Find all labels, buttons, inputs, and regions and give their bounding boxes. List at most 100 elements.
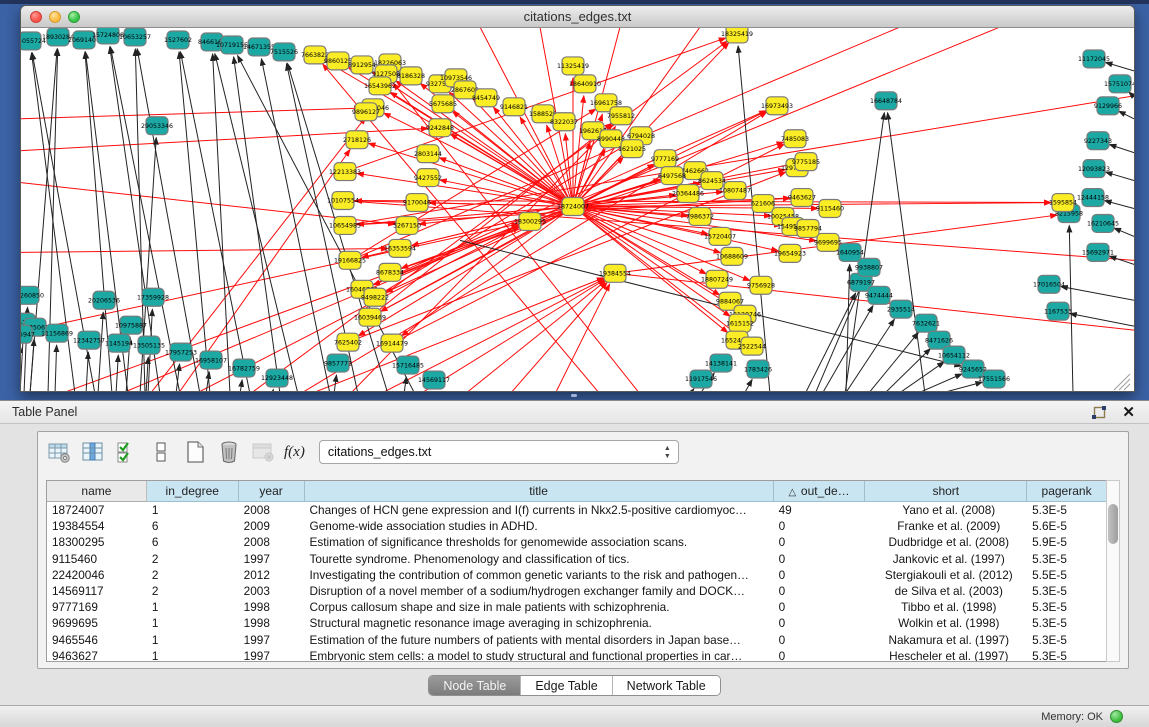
graph-node[interactable]: 1595854 <box>1049 194 1077 212</box>
graph-node[interactable]: 6497568 <box>658 167 686 185</box>
table-cell[interactable]: 2003 <box>239 583 305 599</box>
table-cell[interactable]: 1 <box>147 599 239 615</box>
graph-node[interactable]: 10807487 <box>719 182 751 200</box>
table-cell[interactable]: 5.3E-5 <box>1027 599 1107 615</box>
table-cell[interactable]: 2009 <box>239 518 305 534</box>
graph-node[interactable]: 2935514 <box>887 300 915 318</box>
graph-node[interactable]: 11156869 <box>41 324 73 342</box>
table-cell[interactable]: 1998 <box>239 599 305 615</box>
table-cell[interactable]: 5.5E-5 <box>1027 567 1107 583</box>
citation-edge-red[interactable] <box>362 28 1000 289</box>
table-cell[interactable]: 5.9E-5 <box>1027 534 1107 550</box>
table-cell[interactable]: Estimation of the future numbers of pati… <box>305 632 774 648</box>
graph-node[interactable]: 7632621 <box>912 314 940 332</box>
table-cell[interactable]: Tibbo et al. (1998) <box>865 599 1027 615</box>
citation-edge-black[interactable] <box>1061 287 1134 301</box>
citation-edge-black[interactable] <box>98 312 103 392</box>
graph-node[interactable]: 15716485 <box>392 356 424 374</box>
graph-node[interactable]: 16914479 <box>376 334 408 352</box>
graph-node[interactable]: 7986372 <box>686 208 714 226</box>
graph-node[interactable]: 19384554 <box>599 264 631 282</box>
graph-node[interactable]: 9896127 <box>352 103 380 121</box>
citation-edge-red[interactable] <box>380 279 604 392</box>
graph-node[interactable]: 9775185 <box>792 153 820 171</box>
table-cell[interactable]: 14569117 <box>47 583 147 599</box>
column-header-short[interactable]: short <box>865 481 1027 502</box>
table-cell[interactable]: 18300295 <box>47 534 147 550</box>
table-vertical-scrollbar[interactable] <box>1106 480 1120 662</box>
citation-edge-black[interactable] <box>30 339 34 392</box>
citation-edge-black[interactable] <box>55 345 57 392</box>
graph-node[interactable]: 9242848 <box>426 119 454 137</box>
graph-node[interactable]: 15692971 <box>1082 243 1114 261</box>
table-cell[interactable]: 1 <box>147 648 239 662</box>
citation-edge-black[interactable] <box>1105 201 1134 209</box>
citation-edge-black[interactable] <box>888 113 925 392</box>
table-cell[interactable]: 9699695 <box>47 615 147 631</box>
table-cell[interactable]: Estimation of significance thresholds fo… <box>305 534 774 550</box>
graph-node[interactable]: 2718126 <box>343 131 371 149</box>
graph-node[interactable]: 5675685 <box>429 95 457 113</box>
table-cell[interactable]: Franke et al. (2009) <box>865 518 1027 534</box>
table-selector-dropdown[interactable]: citations_edges.txt ▲▼ <box>319 440 679 464</box>
graph-node[interactable]: 1615152 <box>726 314 754 332</box>
table-cell[interactable]: Embryonic stem cells: a model to study s… <box>305 648 774 662</box>
graph-node[interactable]: 11172045 <box>1078 50 1110 68</box>
table-cell[interactable]: 1 <box>147 632 239 648</box>
table-cell[interactable]: 0 <box>774 567 866 583</box>
table-cell[interactable]: Disruption of a novel member of a sodium… <box>305 583 774 599</box>
graph-node[interactable]: 17016504 <box>1033 275 1065 293</box>
graph-node[interactable]: 10688609 <box>716 247 748 265</box>
select-rows-icon[interactable] <box>114 439 140 465</box>
table-cell[interactable]: 49 <box>774 502 866 518</box>
citation-edge-red[interactable] <box>573 207 778 251</box>
network-window[interactable]: citations_edges.txt 24055724189302842069… <box>20 5 1135 392</box>
graph-node[interactable]: 8678334 <box>376 263 404 281</box>
graph-node[interactable]: 9146821 <box>500 98 528 116</box>
table-cell[interactable]: 1997 <box>239 648 305 662</box>
graph-node[interactable]: 19166825 <box>334 251 366 269</box>
graph-node[interactable]: 9857771 <box>324 354 352 372</box>
graph-node[interactable]: 16782759 <box>228 359 260 377</box>
network-window-titlebar[interactable]: citations_edges.txt <box>21 6 1134 28</box>
graph-node[interactable]: 17957253 <box>165 343 197 361</box>
graph-node[interactable]: 1783426 <box>744 360 772 378</box>
table-cell[interactable]: 5.3E-5 <box>1027 632 1107 648</box>
table-cell[interactable]: 19384554 <box>47 518 147 534</box>
function-builder-icon[interactable]: f(x) <box>284 444 305 461</box>
table-cell[interactable]: Genome-wide association studies in ADHD. <box>305 518 774 534</box>
graph-node[interactable]: 16353594 <box>384 239 416 257</box>
table-cell[interactable]: 2008 <box>239 534 305 550</box>
table-cell[interactable]: 5.3E-5 <box>1027 615 1107 631</box>
scrollbar-thumb[interactable] <box>1108 504 1118 544</box>
graph-node[interactable]: 18724007 <box>557 198 589 216</box>
citation-edge-black[interactable] <box>1105 172 1134 181</box>
graph-node[interactable]: 11325419 <box>557 57 589 75</box>
citation-edge-black[interactable] <box>240 380 242 392</box>
table-cell[interactable]: 2 <box>147 567 239 583</box>
graph-node[interactable]: 7485083 <box>781 130 809 148</box>
graph-node[interactable]: 15751074 <box>1104 75 1134 93</box>
table-cell[interactable]: de Silva et al. (2003) <box>865 583 1027 599</box>
graph-node[interactable]: 12093823 <box>1078 160 1110 178</box>
graph-node[interactable]: 9115460 <box>816 200 844 218</box>
graph-node[interactable]: 16973493 <box>761 97 793 115</box>
graph-node[interactable]: 15720407 <box>704 227 736 245</box>
table-cell[interactable]: 1 <box>147 502 239 518</box>
column-header-year[interactable]: year <box>239 481 305 502</box>
graph-node[interactable]: 8454749 <box>472 89 500 107</box>
graph-node[interactable]: 19654923 <box>774 244 806 262</box>
citation-network-graph[interactable]: 2405572418930284206914061572480810653257… <box>21 28 1134 392</box>
table-cell[interactable]: 1998 <box>239 615 305 631</box>
float-panel-icon[interactable] <box>1091 405 1107 421</box>
graph-node[interactable]: 1621025 <box>618 140 646 158</box>
table-row[interactable]: 911546021997Tourette syndrome. Phenomeno… <box>47 551 1107 567</box>
graph-node[interactable]: 18325419 <box>721 28 753 43</box>
table-row[interactable]: 977716911998Corpus callosum shape and si… <box>47 599 1107 615</box>
split-pane-handle[interactable] <box>571 394 577 397</box>
table-row[interactable]: 1938455462009Genome-wide association stu… <box>47 518 1107 534</box>
graph-node[interactable]: 16039469 <box>354 308 386 326</box>
citation-edge-red[interactable] <box>420 280 605 392</box>
citation-edge-black[interactable] <box>1109 144 1134 152</box>
graph-node[interactable]: 9463627 <box>788 189 816 207</box>
